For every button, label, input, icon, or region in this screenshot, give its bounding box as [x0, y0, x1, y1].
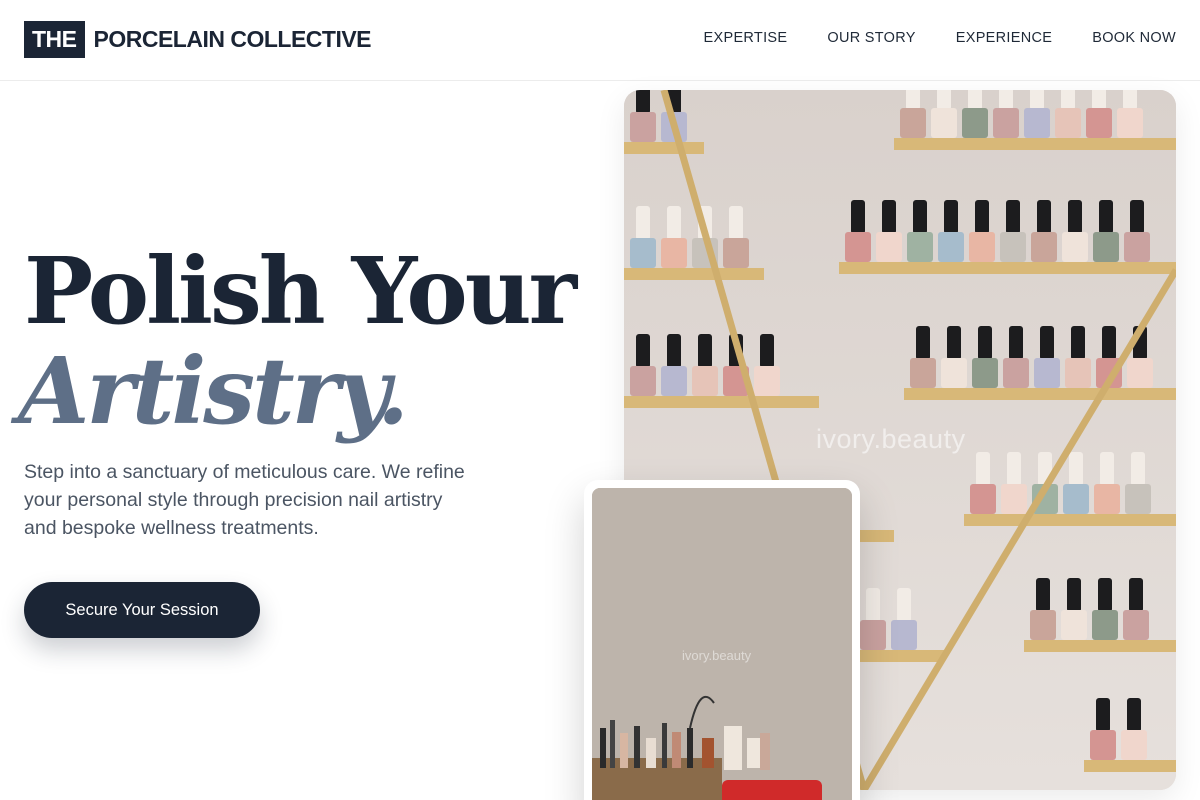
shelf	[1084, 760, 1176, 772]
shelf	[904, 388, 1176, 400]
brand-logo[interactable]: THE PORCELAIN COLLECTIVE	[24, 21, 372, 58]
shelf	[624, 142, 704, 154]
vanity-tools-photo-icon	[592, 488, 852, 800]
nav-our-story[interactable]: OUR STORY	[827, 30, 915, 46]
nav-book-now[interactable]: BOOK NOW	[1092, 30, 1176, 46]
logo-mark: THE	[24, 21, 85, 58]
shelf	[854, 650, 944, 662]
hero-headline-line2: Artistry.	[18, 337, 409, 445]
shelf	[1024, 640, 1176, 652]
nav-expertise[interactable]: EXPERTISE	[704, 30, 788, 46]
site-header: THE PORCELAIN COLLECTIVE EXPERTISE OUR S…	[0, 0, 1200, 81]
shelf	[894, 138, 1176, 150]
secondary-image-watermark: ivory.beauty	[682, 648, 752, 663]
logo-wordmark: PORCELAIN COLLECTIVE	[93, 26, 372, 52]
shelf	[964, 514, 1176, 526]
hero-intro: Step into a sanctuary of meticulous care…	[24, 461, 465, 539]
vanity-tools-image: ivory.beauty	[592, 488, 852, 800]
shelf	[854, 530, 894, 542]
secure-session-button[interactable]: Secure Your Session	[24, 582, 260, 638]
main-nav: EXPERTISE OUR STORY EXPERIENCE BOOK NOW	[704, 30, 1176, 46]
shelf	[624, 396, 819, 408]
hero-headline-line1: Polish Your	[24, 237, 577, 345]
secondary-image-card: ivory.beauty	[584, 480, 860, 800]
nav-experience[interactable]: EXPERIENCE	[956, 30, 1052, 46]
shelf	[839, 262, 1176, 274]
main-image-watermark: ivory.beauty	[816, 424, 966, 454]
shelf	[624, 268, 764, 280]
